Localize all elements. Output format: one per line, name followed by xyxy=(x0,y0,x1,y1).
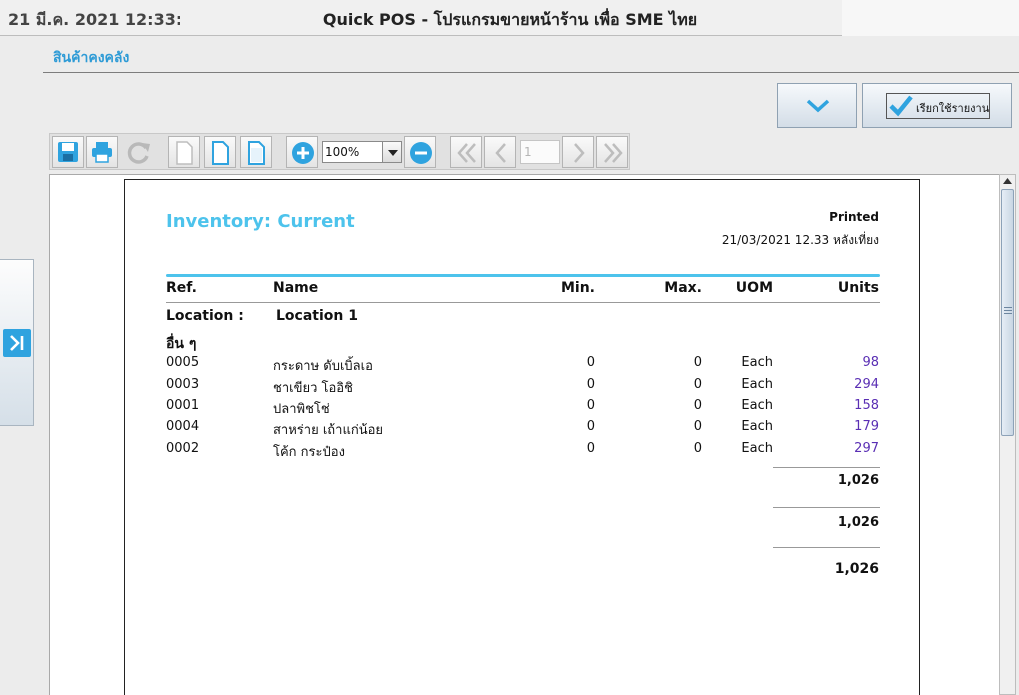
side-panel-handle[interactable] xyxy=(0,259,34,426)
page-number-input[interactable]: 1 xyxy=(520,140,560,164)
page-full-icon xyxy=(248,141,265,165)
report-page: Inventory: Current Printed 21/03/2021 12… xyxy=(124,179,920,695)
row-ref: 0004 xyxy=(166,419,200,434)
run-report-focus: เรียกใช้รายงาน xyxy=(886,93,990,119)
group-total: 1,026 xyxy=(837,473,879,488)
row-name: กระดาษ ดับเบิ้ลเอ xyxy=(273,359,373,374)
row-ref: 0003 xyxy=(166,377,200,392)
grand-total: 1,026 xyxy=(834,561,879,577)
row-max: 0 xyxy=(693,398,702,413)
col-header-units: Units xyxy=(837,280,879,296)
row-uom: Each xyxy=(741,377,773,392)
location-total-rule xyxy=(773,507,880,508)
row-min: 0 xyxy=(586,377,595,392)
zoom-in-icon xyxy=(292,142,314,164)
page-number-value: 1 xyxy=(524,145,532,159)
row-name: สาหร่าย เถ้าแก่น้อย xyxy=(273,423,384,438)
caret-down-icon xyxy=(388,150,398,156)
app-title: Quick POS - โปรแกรมขายหน้าร้าน เพื่อ SME… xyxy=(322,10,698,29)
row-uom: Each xyxy=(741,355,773,370)
refresh-icon xyxy=(127,142,150,164)
location-total: 1,026 xyxy=(837,515,879,530)
printed-label: Printed xyxy=(829,210,879,224)
row-min: 0 xyxy=(586,441,595,456)
zoom-out-icon xyxy=(410,142,432,164)
expand-panel-button[interactable] xyxy=(3,329,31,357)
row-ref: 0001 xyxy=(166,398,200,413)
row-ref: 0002 xyxy=(166,441,200,456)
prev-page-icon xyxy=(495,143,506,163)
page-fit-icon xyxy=(212,141,229,165)
row-max: 0 xyxy=(693,355,702,370)
section-title: สินค้าคงคลัง xyxy=(53,50,130,66)
report-title: Inventory: Current xyxy=(166,211,355,232)
group-total-rule xyxy=(773,467,880,468)
row-ref: 0005 xyxy=(166,355,200,370)
options-dropdown-button[interactable] xyxy=(777,83,857,128)
expand-panel-icon xyxy=(10,335,24,351)
first-page-button[interactable] xyxy=(450,136,482,168)
row-units: 98 xyxy=(862,355,879,370)
page-width-button[interactable] xyxy=(204,136,236,168)
title-rule xyxy=(166,274,880,277)
row-units: 294 xyxy=(854,377,879,392)
zoom-value: 100% xyxy=(325,145,360,159)
first-page-icon xyxy=(457,143,476,163)
col-header-max: Max. xyxy=(664,280,702,296)
header-rule xyxy=(166,302,880,303)
run-report-button[interactable]: เรียกใช้รายงาน xyxy=(862,83,1012,128)
page-setup-button[interactable] xyxy=(168,136,200,168)
col-header-min: Min. xyxy=(560,280,595,296)
row-max: 0 xyxy=(693,377,702,392)
col-header-ref: Ref. xyxy=(166,280,197,296)
zoom-dropdown-button[interactable] xyxy=(382,141,402,163)
row-min: 0 xyxy=(586,419,595,434)
save-icon xyxy=(58,142,78,162)
scroll-up-icon xyxy=(1003,178,1012,184)
next-page-button[interactable] xyxy=(562,136,594,168)
row-name: โค้ก กระป๋อง xyxy=(273,445,345,460)
row-min: 0 xyxy=(586,398,595,413)
title-bar: 21 มี.ค. 2021 12:33:5 Quick POS - โปรแกร… xyxy=(0,0,1019,36)
location-value: Location 1 xyxy=(276,308,358,324)
zoom-in-button[interactable] xyxy=(286,136,318,168)
run-report-label: เรียกใช้รายงาน xyxy=(916,102,990,115)
full-page-button[interactable] xyxy=(240,136,272,168)
col-header-name: Name xyxy=(273,280,319,296)
last-page-button[interactable] xyxy=(596,136,628,168)
location-label: Location : xyxy=(166,308,244,324)
chevron-down-icon xyxy=(806,99,830,113)
row-units: 158 xyxy=(854,398,879,413)
scrollbar-thumb[interactable] xyxy=(1001,189,1014,436)
zoom-out-button[interactable] xyxy=(404,136,436,168)
refresh-button[interactable] xyxy=(122,136,154,168)
row-uom: Each xyxy=(741,419,773,434)
title-bar-controls-area xyxy=(842,0,1019,36)
group-label: อื่น ๆ xyxy=(166,336,197,352)
print-button[interactable] xyxy=(86,136,118,168)
row-max: 0 xyxy=(693,441,702,456)
last-page-icon xyxy=(604,143,623,163)
printed-date: 21/03/2021 12.33 หลังเที่ยง xyxy=(721,233,879,247)
section-divider xyxy=(43,72,1019,73)
prev-page-button[interactable] xyxy=(484,136,516,168)
page-icon xyxy=(176,141,193,165)
row-uom: Each xyxy=(741,441,773,456)
row-min: 0 xyxy=(586,355,595,370)
grand-total-rule xyxy=(773,547,880,548)
row-units: 179 xyxy=(854,419,879,434)
row-name: ชาเขียว โออิชิ xyxy=(273,381,353,396)
save-button[interactable] xyxy=(52,136,84,168)
checkmark-icon xyxy=(889,95,913,117)
col-header-uom: UOM xyxy=(735,280,773,296)
report-toolbar: 100% 1 xyxy=(49,133,630,170)
vertical-scrollbar[interactable] xyxy=(999,174,1016,695)
row-name: ปลาพิชโช่ xyxy=(273,402,330,417)
clock-text: 21 มี.ค. 2021 12:33:5 xyxy=(8,10,180,29)
print-icon xyxy=(92,142,112,163)
row-units: 297 xyxy=(854,441,879,456)
row-uom: Each xyxy=(741,398,773,413)
next-page-icon xyxy=(574,143,585,163)
row-max: 0 xyxy=(693,419,702,434)
